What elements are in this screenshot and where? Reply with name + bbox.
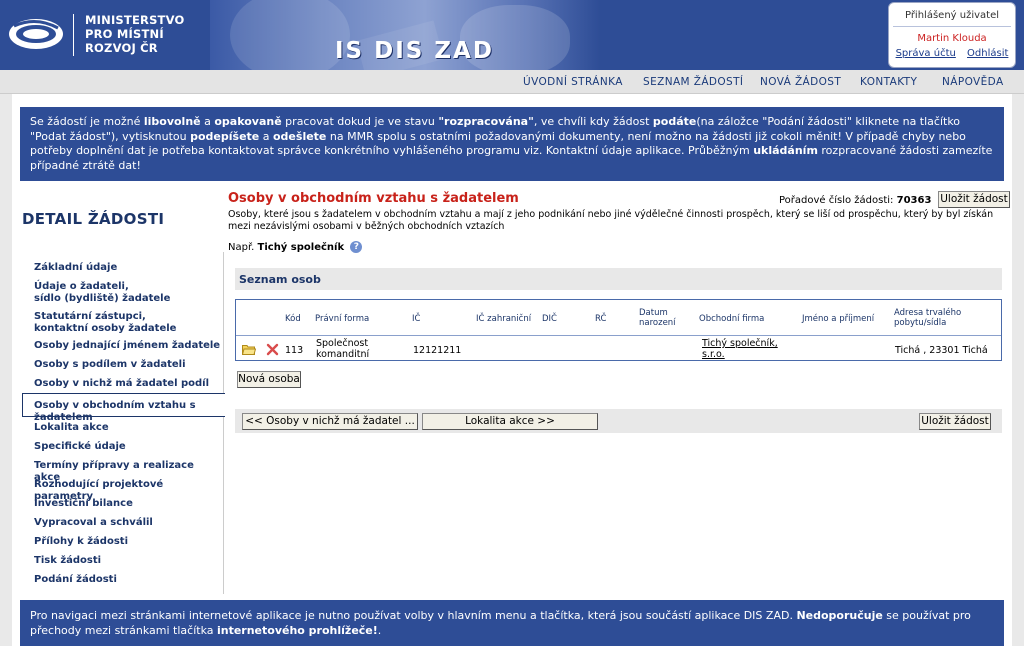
ministry-line-1: MINISTERSTVO [85, 13, 185, 27]
application-number-label: Pořadové číslo žádosti: [779, 195, 894, 206]
top-navigation: ÚVODNÍ STRÁNKA SEZNAM ŽÁDOSTÍ NOVÁ ŽÁDOS… [0, 70, 1024, 94]
ministry-name: MINISTERSTVO PRO MÍSTNÍ ROZVOJ ČR [85, 13, 184, 55]
section-persons-acting[interactable]: Osoby jednající jménem žadatele [34, 340, 220, 352]
save-application-button-top[interactable]: Uložit žádost [938, 191, 1010, 208]
col-business-name: Obchodní firma [699, 314, 765, 324]
account-settings-link[interactable]: Správa účtu [896, 48, 956, 59]
cell-code: 113 [285, 345, 304, 356]
ministry-logo-area: MINISTERSTVO PRO MÍSTNÍ ROZVOJ ČR [0, 0, 210, 70]
help-icon[interactable]: ? [350, 241, 363, 253]
nav-applications-list[interactable]: SEZNAM ŽÁDOSTÍ [643, 76, 743, 88]
logo-separator [73, 14, 74, 56]
col-birth-date: Datum narození [639, 308, 676, 328]
section-label-line: kontaktní osoby žadatele [34, 323, 177, 334]
header: MINISTERSTVO PRO MÍSTNÍ ROZVOJ ČR IS DIS… [0, 0, 1024, 70]
footer-notice: Pro navigaci mezi stránkami internetové … [20, 600, 1004, 646]
section-persons-with-share[interactable]: Osoby s podílem v žadateli [34, 359, 186, 371]
nav-help[interactable]: NÁPOVĚDA [942, 76, 1004, 88]
example-prefix: Např. [228, 242, 258, 253]
col-ic: IČ [412, 314, 421, 324]
col-foreign-ic: IČ zahraniční [476, 314, 532, 324]
save-application-button-bottom[interactable]: Uložit žádost [919, 413, 991, 430]
ministry-line-2: PRO MÍSTNÍ [85, 27, 164, 41]
page-title: Osoby v obchodním vztahu s žadatelem [228, 191, 519, 206]
ministry-line-3: ROZVOJ ČR [85, 41, 158, 55]
section-label-line: sídlo (bydliště) žadatele [34, 293, 171, 304]
user-box-title: Přihlášený uživatel [904, 10, 1000, 21]
section-attachments[interactable]: Přílohy k žádosti [34, 536, 128, 548]
nav-new-application[interactable]: NOVÁ ŽÁDOST [760, 76, 841, 88]
next-section-button[interactable]: Lokalita akce >> [422, 413, 598, 430]
nav-contacts[interactable]: KONTAKTY [860, 76, 917, 88]
col-dic: DIČ [542, 314, 557, 324]
persons-table: Kód Právní forma IČ IČ zahraniční DIČ RČ… [235, 299, 1002, 361]
example-value: Tichý společník [257, 242, 345, 253]
cell-business-name-link[interactable]: Tichý společník, s.r.o. [702, 338, 778, 360]
section-location[interactable]: Lokalita akce [34, 422, 109, 434]
col-full-name: Jméno a příjmení [802, 314, 875, 324]
col-legal-form: Právní forma [315, 314, 370, 324]
nav-home[interactable]: ÚVODNÍ STRÁNKA [523, 76, 623, 88]
cell-legal-form: Společnost komanditní [316, 338, 370, 360]
cell-ic: 12121211 [413, 345, 462, 356]
section-persons-applicant-owns[interactable]: Osoby v nichž má žadatel podíl [34, 378, 209, 390]
section-applicant-data[interactable]: Údaje o žadateli, sídlo (bydliště) žadat… [34, 281, 170, 305]
table-header: Kód Právní forma IČ IČ zahraniční DIČ RČ… [236, 300, 1001, 336]
cell-address: Tichá , 23301 Tichá [895, 345, 988, 356]
user-box: Přihlášený uživatel Martin Klouda Správa… [888, 2, 1016, 68]
section-specific-data[interactable]: Specifické údaje [34, 441, 126, 453]
logout-link[interactable]: Odhlásit [967, 48, 1008, 59]
section-basic-data[interactable]: Základní údaje [34, 262, 117, 274]
person-list-title: Seznam osob [239, 273, 321, 286]
col-code: Kód [285, 314, 301, 324]
section-label-line: Údaje o žadateli, [34, 281, 129, 292]
section-investment-balance[interactable]: Investiční bilance [34, 498, 133, 510]
application-number-value: 70363 [896, 195, 932, 206]
open-folder-icon[interactable] [242, 344, 256, 355]
col-rc: RČ [595, 314, 607, 324]
previous-section-button[interactable]: << Osoby v nichž má žadatel ... [242, 413, 418, 430]
app-title: IS DIS ZAD [335, 38, 494, 64]
new-person-button[interactable]: Nová osoba [237, 371, 301, 388]
col-address: Adresa trvalého pobytu/sídla [894, 308, 962, 328]
info-notice: Se žádostí je možné libovolně a opakovan… [20, 107, 1004, 181]
section-prepared-approved[interactable]: Vypracoval a schválil [34, 517, 153, 529]
section-print[interactable]: Tisk žádosti [34, 555, 101, 567]
application-sections-nav: Základní údaje Údaje o žadateli, sídlo (… [22, 252, 225, 594]
user-name: Martin Klouda [917, 33, 987, 44]
person-list-header: Seznam osob [235, 268, 1002, 290]
section-statutory-reps[interactable]: Statutární zástupci, kontaktní osoby žad… [34, 311, 176, 335]
user-box-divider [893, 26, 1011, 27]
delete-icon[interactable] [266, 343, 279, 356]
section-description: Osoby, které jsou s žadatelem v obchodní… [228, 209, 994, 232]
ministry-logo-icon [9, 19, 63, 49]
application-number: Pořadové číslo žádosti: 70363 [779, 195, 931, 206]
section-label-line: Statutární zástupci, [34, 311, 146, 322]
example-text: Např. Tichý společník ? [228, 241, 363, 253]
detail-title: DETAIL ŽÁDOSTI [22, 210, 165, 228]
section-submission[interactable]: Podání žádosti [34, 574, 117, 586]
section-business-relations[interactable]: Osoby v obchodním vztahu s žadatelem [34, 400, 223, 424]
